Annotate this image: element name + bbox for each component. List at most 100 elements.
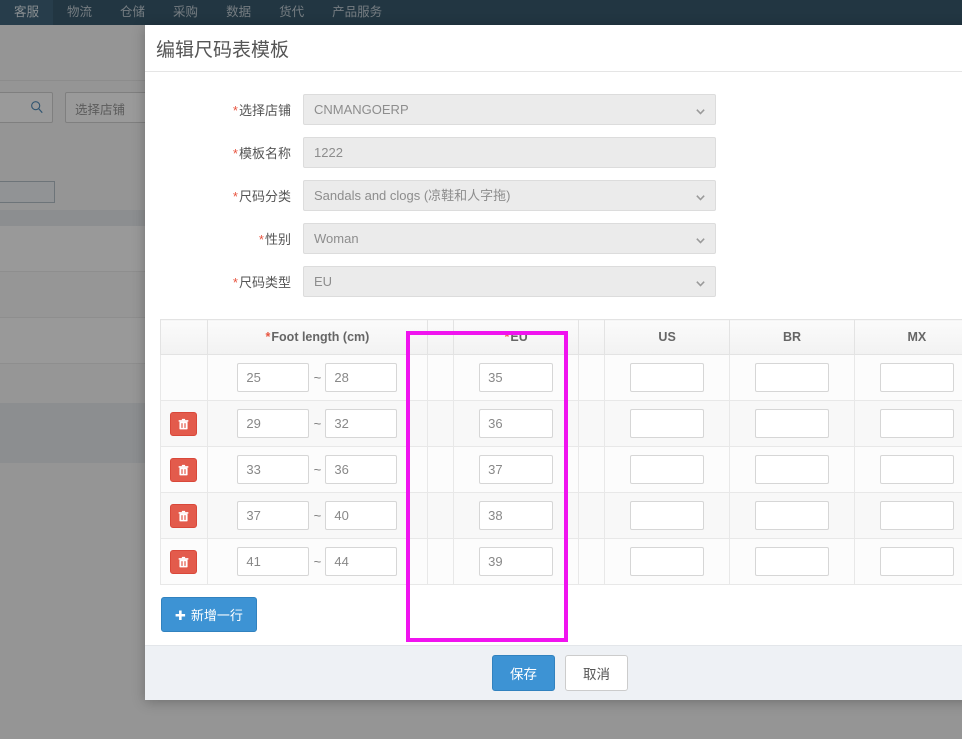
field-value: 1222 xyxy=(314,145,343,160)
add-row-label: 新增一行 xyxy=(190,608,243,623)
spacer-cell xyxy=(427,492,455,539)
table-row: 29 ~32 36 xyxy=(160,400,962,447)
delete-row-button[interactable] xyxy=(170,457,198,482)
required-asterisk: * xyxy=(232,103,238,118)
field-label-3: *性别 xyxy=(145,229,303,248)
br-input[interactable] xyxy=(755,409,829,438)
foot-length-min-input[interactable]: 33 xyxy=(237,455,310,484)
table-row: 37 ~40 38 xyxy=(160,492,962,539)
spacer-cell xyxy=(427,538,455,585)
input-模板名称[interactable]: 1222 xyxy=(303,137,716,168)
field-label-text: 尺码分类 xyxy=(238,189,291,204)
mx-input[interactable] xyxy=(879,363,954,392)
mx-cell xyxy=(853,446,962,493)
form-row-3: *性别 Woman xyxy=(145,223,962,254)
field-label-2: *尺码分类 xyxy=(145,186,303,205)
foot-length-min-input[interactable]: 41 xyxy=(237,547,310,576)
spacer-cell xyxy=(578,492,606,539)
chevron-down-icon[interactable] xyxy=(695,104,706,115)
save-button[interactable]: 保存 xyxy=(492,655,555,691)
range-separator: ~ xyxy=(313,554,322,569)
column-header-eu: *EU xyxy=(453,319,580,355)
mx-input[interactable] xyxy=(879,547,954,576)
field-label-text: 模板名称 xyxy=(238,146,291,161)
br-input[interactable] xyxy=(755,547,829,576)
br-cell xyxy=(729,446,855,493)
column-header-label: BR xyxy=(782,330,802,344)
edit-size-chart-template-dialog: 编辑尺码表模板 *选择店铺 CNMANGOERP *模板名称 1222 *尺码分类 San… xyxy=(145,25,962,700)
us-input[interactable] xyxy=(630,409,705,438)
delete-row-button[interactable] xyxy=(170,411,198,436)
eu-cell: 35 xyxy=(453,354,580,401)
eu-cell: 37 xyxy=(453,446,580,493)
us-cell xyxy=(604,538,731,585)
us-input[interactable] xyxy=(630,455,705,484)
form-row-2: *尺码分类 Sandals and clogs (凉鞋和人字拖) xyxy=(145,180,962,211)
column-header-label: US xyxy=(658,330,676,344)
eu-input[interactable]: 36 xyxy=(479,409,554,438)
size-table-header-row: *Foot length (cm)*EUUSBRMXMANUFAC xyxy=(160,319,962,355)
table-row: 41 ~44 39 xyxy=(160,538,962,585)
br-cell xyxy=(729,354,855,401)
us-input[interactable] xyxy=(630,501,705,530)
mx-cell xyxy=(853,354,962,401)
foot-length-max-input[interactable]: 32 xyxy=(325,409,398,438)
us-input[interactable] xyxy=(630,547,705,576)
mx-input[interactable] xyxy=(879,409,954,438)
spacer-cell xyxy=(578,354,606,401)
eu-input[interactable]: 39 xyxy=(479,547,554,576)
field-label-0: *选择店铺 xyxy=(145,100,303,119)
delete-row-button[interactable] xyxy=(170,549,198,574)
required-asterisk: * xyxy=(504,330,510,344)
field-label-text: 性别 xyxy=(264,232,291,247)
range-separator: ~ xyxy=(313,462,322,477)
spacer-cell xyxy=(578,400,606,447)
foot-length-max-input[interactable]: 36 xyxy=(325,455,398,484)
field-label-4: *尺码类型 xyxy=(145,272,303,291)
eu-input[interactable]: 37 xyxy=(479,455,554,484)
chevron-down-icon[interactable] xyxy=(695,190,706,201)
size-table: *Foot length (cm)*EUUSBRMXMANUFAC 25~283… xyxy=(160,319,962,585)
foot-length-cell: 25 ~28 xyxy=(206,354,429,401)
select-性别[interactable]: Woman xyxy=(303,223,716,254)
foot-length-min-input[interactable]: 37 xyxy=(237,501,310,530)
foot-length-max-input[interactable]: 28 xyxy=(325,363,398,392)
eu-input[interactable]: 38 xyxy=(479,501,554,530)
add-row-button[interactable]: ✚ 新增一行 xyxy=(161,597,257,632)
foot-length-max-input[interactable]: 40 xyxy=(325,501,398,530)
dialog-body: *选择店铺 CNMANGOERP *模板名称 1222 *尺码分类 Sandals and… xyxy=(145,72,962,654)
us-cell xyxy=(604,400,731,447)
select-尺码类型[interactable]: EU xyxy=(303,266,716,297)
column-header-foot-length-cm: *Foot length (cm) xyxy=(206,319,429,355)
us-input[interactable] xyxy=(630,363,705,392)
form-row-1: *模板名称 1222 xyxy=(145,137,962,168)
delete-row-button[interactable] xyxy=(170,503,198,528)
br-input[interactable] xyxy=(755,455,829,484)
chevron-down-icon[interactable] xyxy=(695,233,706,244)
select-尺码分类[interactable]: Sandals and clogs (凉鞋和人字拖) xyxy=(303,180,716,211)
chevron-down-icon[interactable] xyxy=(695,276,706,287)
foot-length-max-input[interactable]: 44 xyxy=(325,547,398,576)
range-separator: ~ xyxy=(313,416,322,431)
column-header-blank-4 xyxy=(578,319,606,355)
mx-input[interactable] xyxy=(879,501,954,530)
dialog-footer: 保存 取消 xyxy=(145,645,962,700)
range-separator: ~ xyxy=(313,508,322,523)
select-选择店铺[interactable]: CNMANGOERP xyxy=(303,94,716,125)
br-input[interactable] xyxy=(755,363,829,392)
mx-input[interactable] xyxy=(879,455,954,484)
cancel-button[interactable]: 取消 xyxy=(565,655,628,691)
foot-length-cell: 37 ~40 xyxy=(206,492,429,539)
foot-length-min-input[interactable]: 25 xyxy=(237,363,310,392)
foot-length-min-input[interactable]: 29 xyxy=(237,409,310,438)
range-separator: ~ xyxy=(313,370,322,385)
eu-input[interactable]: 35 xyxy=(479,363,554,392)
column-header-label: Foot length (cm) xyxy=(271,330,370,344)
mx-cell xyxy=(853,492,962,539)
column-header-label: MX xyxy=(907,330,927,344)
required-asterisk: * xyxy=(232,275,238,290)
br-input[interactable] xyxy=(755,501,829,530)
br-cell xyxy=(729,492,855,539)
spacer-cell xyxy=(427,446,455,493)
table-row: 25 ~28 35 xyxy=(160,354,962,401)
